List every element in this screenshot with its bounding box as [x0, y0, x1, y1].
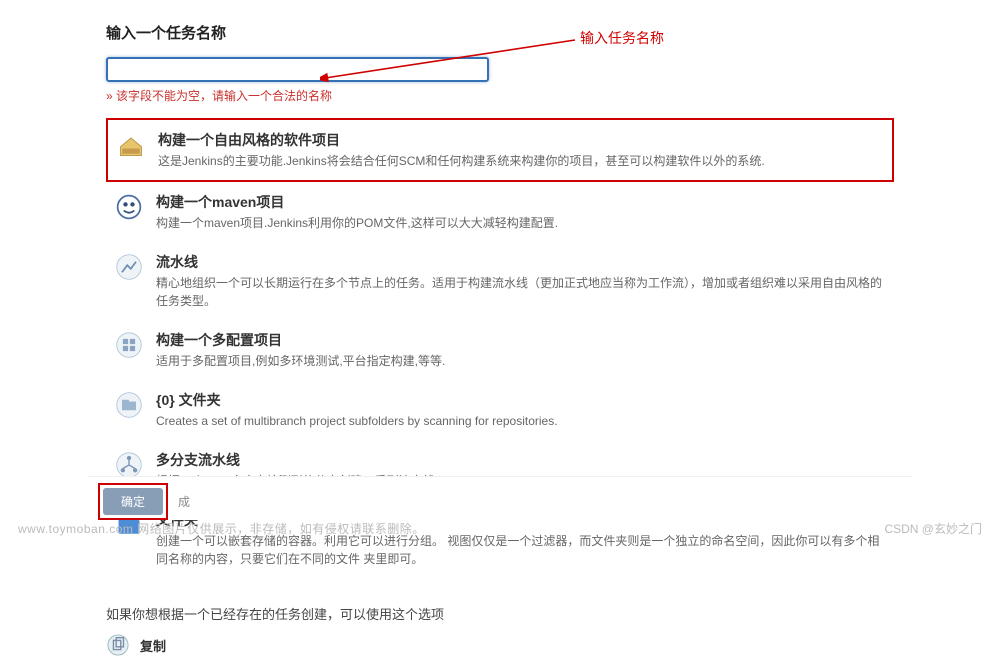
option-body: 构建一个maven项目构建一个maven项目.Jenkins利用你的POM文件,… — [156, 192, 886, 232]
option-title: {0} 文件夹 — [156, 390, 886, 410]
copy-label: 复制 — [140, 636, 166, 655]
option-desc: 创建一个可以嵌套存储的容器。利用它可以进行分组。 视图仅仅是一个过滤器，而文件夹… — [156, 532, 886, 568]
option-body: 构建一个多配置项目适用于多配置项目,例如多环境测试,平台指定构建,等等. — [156, 330, 886, 370]
option-desc: Creates a set of multibranch project sub… — [156, 412, 886, 430]
option-desc: 适用于多配置项目,例如多环境测试,平台指定构建,等等. — [156, 352, 886, 370]
option-title: 流水线 — [156, 252, 886, 272]
copy-row[interactable]: 复制 — [106, 633, 894, 657]
footer-hint: 成 — [178, 493, 190, 510]
copy-icon — [106, 633, 130, 657]
project-type-option[interactable]: {0} 文件夹 Creates a set of multibranch proj… — [106, 380, 894, 440]
option-title: 多分支流水线 — [156, 450, 886, 470]
credit-text: CSDN @玄妙之门 — [884, 520, 982, 537]
option-title: 构建一个多配置项目 — [156, 330, 886, 350]
project-type-option[interactable]: 流水线精心地组织一个可以长期运行在多个节点上的任务。适用于构建流水线（更加正式地… — [106, 242, 894, 320]
multiconfig-icon — [114, 330, 144, 360]
project-type-option[interactable]: 构建一个多配置项目适用于多配置项目,例如多环境测试,平台指定构建,等等. — [106, 320, 894, 380]
copy-prompt: 如果你想根据一个已经存在的任务创建，可以使用这个选项 — [106, 604, 894, 623]
freestyle-icon — [116, 130, 146, 160]
project-type-option[interactable]: 构建一个maven项目构建一个maven项目.Jenkins利用你的POM文件,… — [106, 182, 894, 242]
option-desc: 精心地组织一个可以长期运行在多个节点上的任务。适用于构建流水线（更加正式地应当称… — [156, 274, 886, 310]
option-title: 构建一个自由风格的软件项目 — [158, 130, 884, 150]
annotation-label: 输入任务名称 — [580, 28, 664, 48]
option-body: 流水线精心地组织一个可以长期运行在多个节点上的任务。适用于构建流水线（更加正式地… — [156, 252, 886, 310]
section-title: 输入一个任务名称 — [106, 22, 894, 43]
error-message: » 该字段不能为空，请输入一个合法的名称 — [106, 87, 894, 104]
option-body: {0} 文件夹 Creates a set of multibranch proj… — [156, 390, 886, 430]
footer-bar: 确定 成 — [88, 476, 912, 520]
main-panel: 输入一个任务名称 » 该字段不能为空，请输入一个合法的名称 构建一个自由风格的软… — [88, 0, 912, 657]
ok-button[interactable]: 确定 — [103, 488, 163, 515]
option-desc: 构建一个maven项目.Jenkins利用你的POM文件,这样可以大大减轻构建配… — [156, 214, 886, 232]
task-name-input[interactable] — [106, 57, 489, 82]
folder-scan-icon — [114, 390, 144, 420]
copy-section: 如果你想根据一个已经存在的任务创建，可以使用这个选项 复制 — [106, 590, 894, 657]
maven-icon — [114, 192, 144, 222]
pipeline-icon — [114, 252, 144, 282]
option-body: 构建一个自由风格的软件项目这是Jenkins的主要功能.Jenkins将会结合任… — [158, 130, 884, 170]
watermark-text: www.toymoban.com 网络图片仅供展示，非存储，如有侵权请联系删除。 — [18, 520, 425, 537]
ok-button-highlight: 确定 — [98, 483, 168, 520]
option-desc: 这是Jenkins的主要功能.Jenkins将会结合任何SCM和任何构建系统来构… — [158, 152, 884, 170]
project-type-option[interactable]: 构建一个自由风格的软件项目这是Jenkins的主要功能.Jenkins将会结合任… — [106, 118, 894, 182]
option-title: 构建一个maven项目 — [156, 192, 886, 212]
